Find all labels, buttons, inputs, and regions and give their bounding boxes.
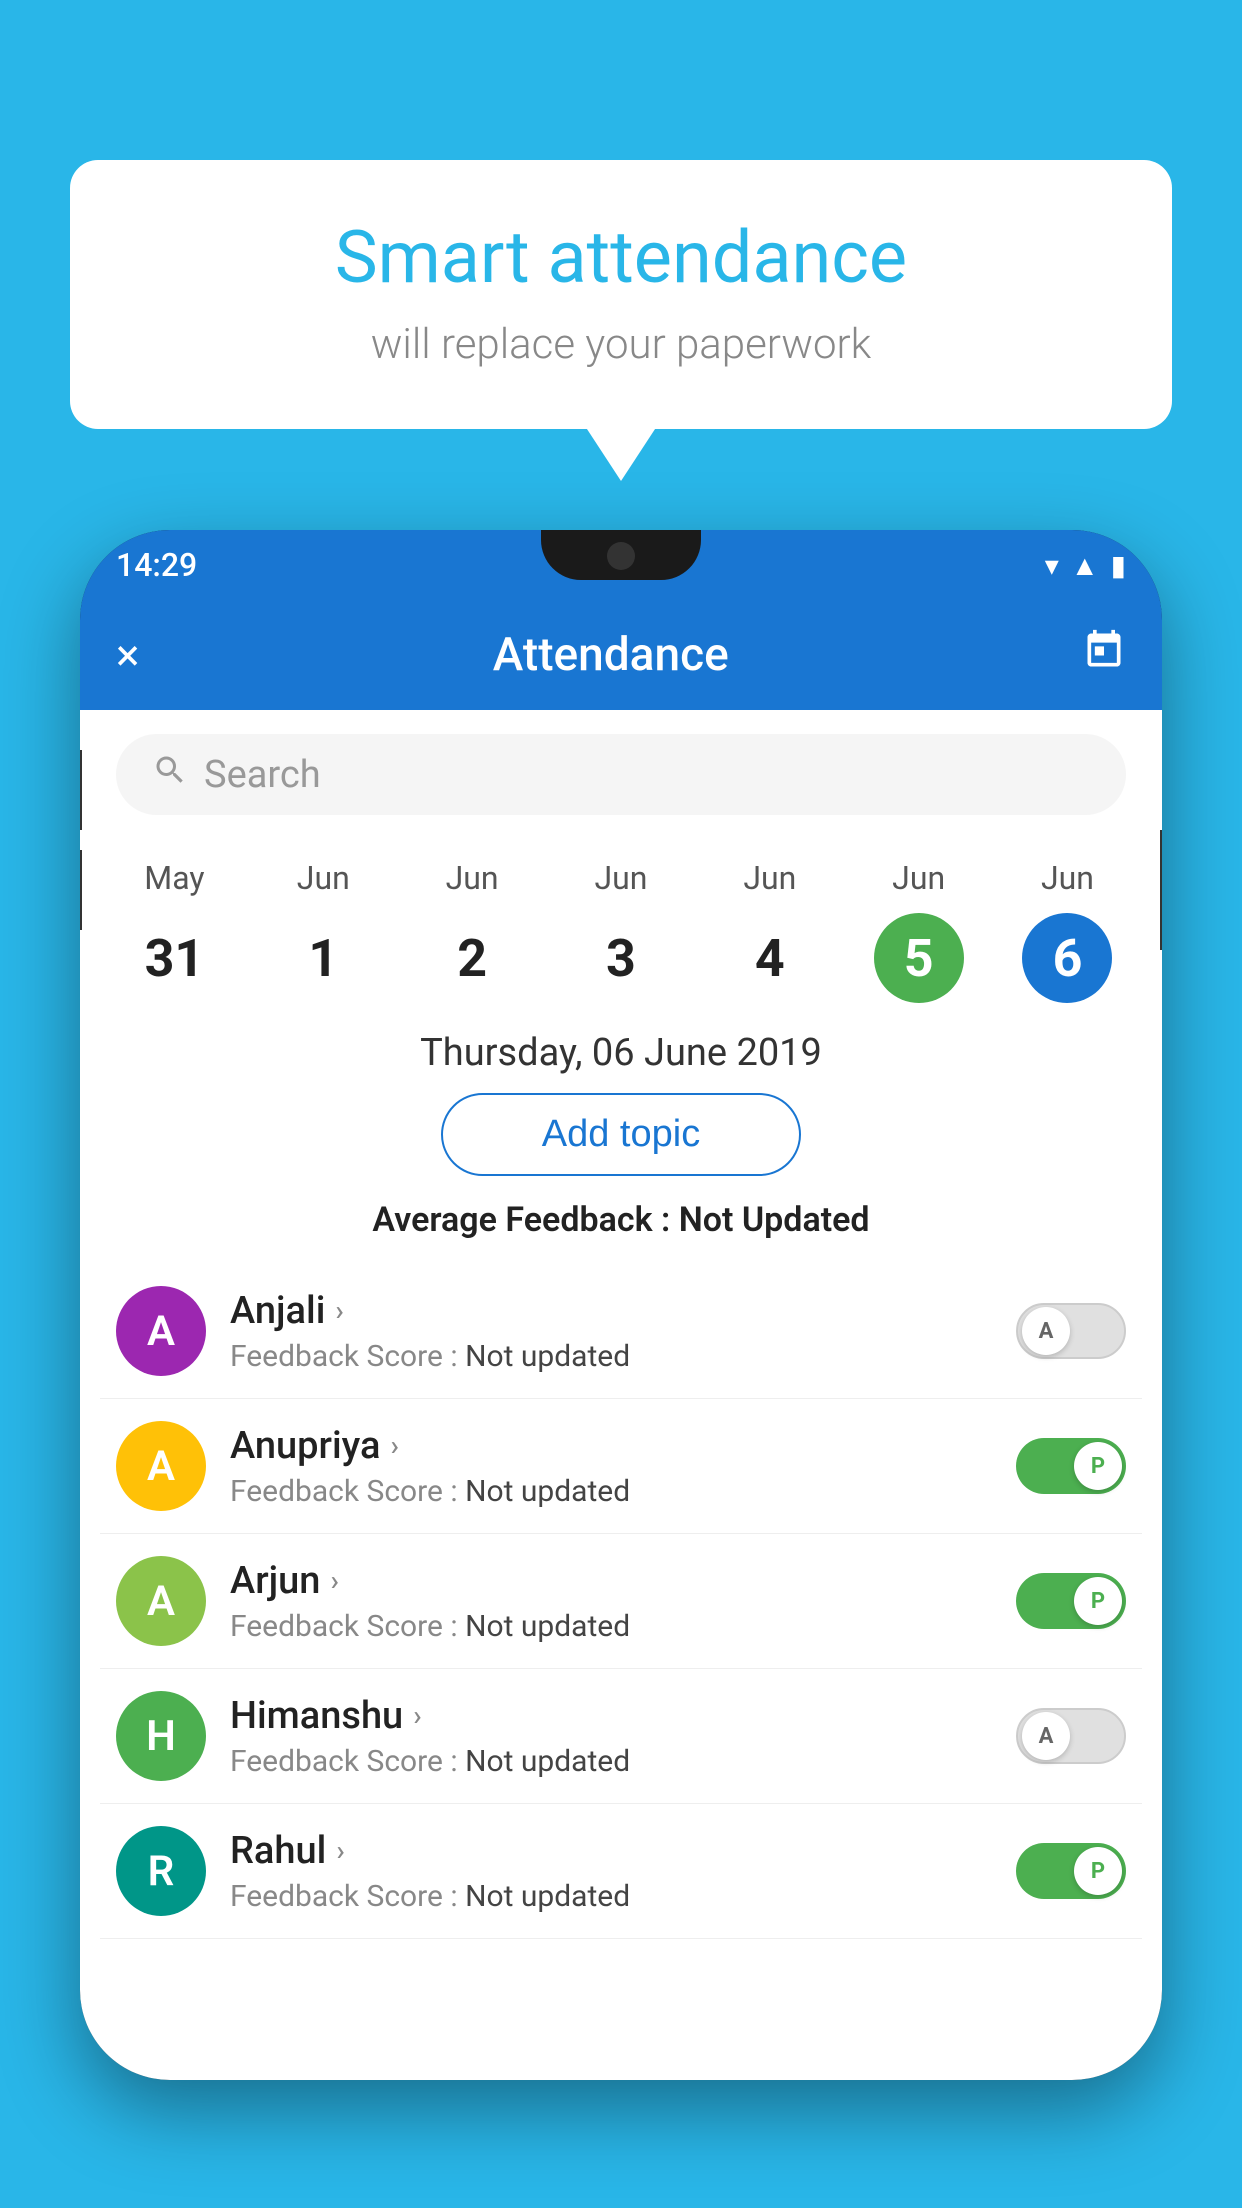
screen-content: Search May 31 Jun 1 Jun 2 Jun 3 Jun 4 Jun 5 Jun 6 Thu… [80, 710, 1162, 2080]
date-number: 1 [278, 913, 368, 1003]
speech-bubble: Smart attendance will replace your paper… [70, 160, 1172, 429]
date-item[interactable]: Jun 1 [263, 859, 383, 1003]
student-info: Rahul › Feedback Score : Not updated [230, 1829, 992, 1914]
date-month: Jun [446, 859, 499, 897]
date-item[interactable]: Jun 6 [1007, 859, 1127, 1003]
attendance-toggle[interactable]: P [1016, 1438, 1126, 1494]
date-month: Jun [1041, 859, 1094, 897]
date-item[interactable]: Jun 3 [561, 859, 681, 1003]
attendance-toggle[interactable]: P [1016, 1573, 1126, 1629]
status-time: 14:29 [116, 546, 197, 584]
add-topic-button[interactable]: Add topic [441, 1093, 801, 1176]
wifi-icon: ▾ [1045, 549, 1059, 582]
toggle-switch[interactable]: P [1016, 1573, 1126, 1629]
date-month: May [144, 859, 204, 897]
toggle-switch[interactable]: P [1016, 1438, 1126, 1494]
phone-notch [541, 530, 701, 580]
phone-body: 14:29 ▾ ▲ ▮ × Attendance [80, 530, 1162, 2080]
date-number: 4 [725, 913, 815, 1003]
student-name[interactable]: Anupriya › [230, 1424, 992, 1468]
phone-camera [607, 542, 635, 570]
chevron-icon: › [335, 1294, 343, 1327]
chevron-icon: › [390, 1429, 398, 1462]
date-month: Jun [594, 859, 647, 897]
phone-container: 14:29 ▾ ▲ ▮ × Attendance [80, 530, 1162, 2208]
battery-icon: ▮ [1111, 549, 1126, 582]
student-name[interactable]: Himanshu › [230, 1694, 992, 1738]
signal-icon: ▲ [1071, 549, 1099, 582]
avatar: A [116, 1421, 206, 1511]
close-icon[interactable]: × [116, 629, 139, 681]
avg-feedback: Average Feedback : Not Updated [80, 1200, 1162, 1264]
date-number: 5 [874, 913, 964, 1003]
toggle-switch[interactable]: P [1016, 1843, 1126, 1899]
student-name[interactable]: Anjali › [230, 1289, 992, 1333]
toggle-knob: A [1022, 1307, 1070, 1355]
chevron-icon: › [336, 1834, 344, 1867]
toggle-knob: P [1074, 1442, 1122, 1490]
date-item[interactable]: May 31 [114, 859, 234, 1003]
student-info: Anupriya › Feedback Score : Not updated [230, 1424, 992, 1509]
search-placeholder: Search [204, 753, 321, 797]
student-item: A Arjun › Feedback Score : Not updated P [100, 1534, 1142, 1669]
date-month: Jun [743, 859, 796, 897]
student-info: Arjun › Feedback Score : Not updated [230, 1559, 992, 1644]
avatar: A [116, 1556, 206, 1646]
search-icon [152, 752, 188, 797]
avatar: R [116, 1826, 206, 1916]
bubble-title: Smart attendance [130, 215, 1112, 300]
date-header: Thursday, 06 June 2019 [80, 1003, 1162, 1093]
student-item: A Anupriya › Feedback Score : Not updated P [100, 1399, 1142, 1534]
attendance-toggle[interactable]: A [1016, 1303, 1126, 1359]
date-number: 2 [427, 913, 517, 1003]
status-icons: ▾ ▲ ▮ [1045, 549, 1126, 582]
phone-power-button [1160, 830, 1162, 950]
avatar: A [116, 1286, 206, 1376]
toggle-switch[interactable]: A [1016, 1708, 1126, 1764]
feedback-score: Feedback Score : Not updated [230, 1609, 992, 1644]
avg-feedback-label: Average Feedback : [372, 1200, 670, 1240]
attendance-toggle[interactable]: P [1016, 1843, 1126, 1899]
date-number: 6 [1022, 913, 1112, 1003]
app-bar-title: Attendance [169, 628, 1052, 682]
date-item[interactable]: Jun 5 [859, 859, 979, 1003]
bubble-subtitle: will replace your paperwork [130, 320, 1112, 369]
avg-feedback-value: Not Updated [679, 1200, 870, 1240]
feedback-score: Feedback Score : Not updated [230, 1879, 992, 1914]
speech-bubble-container: Smart attendance will replace your paper… [70, 160, 1172, 429]
student-info: Himanshu › Feedback Score : Not updated [230, 1694, 992, 1779]
student-list: AAnjali ›Feedback Score : Not updatedAAA… [80, 1264, 1162, 1939]
attendance-toggle[interactable]: A [1016, 1708, 1126, 1764]
student-name[interactable]: Rahul › [230, 1829, 992, 1873]
app-bar: × Attendance [80, 600, 1162, 710]
feedback-score: Feedback Score : Not updated [230, 1474, 992, 1509]
chevron-icon: › [413, 1699, 421, 1732]
date-scroller: May 31 Jun 1 Jun 2 Jun 3 Jun 4 Jun 5 Jun 6 [80, 839, 1162, 1003]
phone-volume-down-button [80, 850, 82, 930]
student-name[interactable]: Arjun › [230, 1559, 992, 1603]
phone-volume-up-button [80, 750, 82, 830]
toggle-knob: P [1074, 1577, 1122, 1625]
date-item[interactable]: Jun 2 [412, 859, 532, 1003]
calendar-icon[interactable] [1082, 628, 1126, 683]
student-info: Anjali › Feedback Score : Not updated [230, 1289, 992, 1374]
search-bar[interactable]: Search [116, 734, 1126, 815]
toggle-knob: A [1022, 1712, 1070, 1760]
toggle-switch[interactable]: A [1016, 1303, 1126, 1359]
student-item: A Anjali › Feedback Score : Not updated A [100, 1264, 1142, 1399]
feedback-score: Feedback Score : Not updated [230, 1339, 992, 1374]
date-month: Jun [297, 859, 350, 897]
date-number: 31 [129, 913, 219, 1003]
date-item[interactable]: Jun 4 [710, 859, 830, 1003]
student-item: R Rahul › Feedback Score : Not updated P [100, 1804, 1142, 1939]
toggle-knob: P [1074, 1847, 1122, 1895]
chevron-icon: › [330, 1564, 338, 1597]
avatar: H [116, 1691, 206, 1781]
student-item: H Himanshu › Feedback Score : Not updated A [100, 1669, 1142, 1804]
feedback-score: Feedback Score : Not updated [230, 1744, 992, 1779]
date-number: 3 [576, 913, 666, 1003]
date-month: Jun [892, 859, 945, 897]
